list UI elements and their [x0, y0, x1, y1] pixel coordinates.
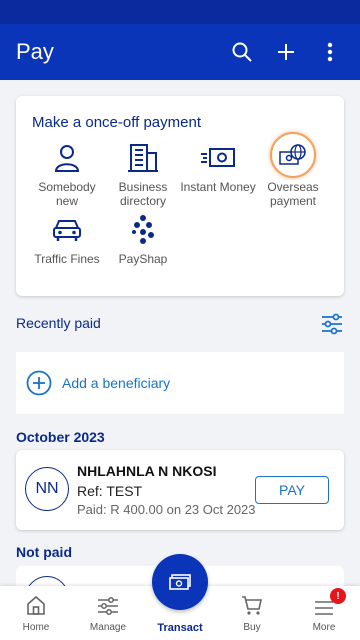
plus-circle-icon [26, 370, 52, 396]
add-icon[interactable] [264, 30, 308, 74]
status-bar [0, 0, 360, 24]
option-label: Somebody new [38, 180, 96, 208]
car-icon [29, 212, 105, 248]
page-title: Pay [16, 39, 54, 64]
nav-label: Buy [243, 622, 261, 633]
nav-manage[interactable]: Manage [72, 586, 144, 640]
recently-paid-heading: Recently paid [16, 315, 101, 331]
option-label: PayShap [118, 252, 168, 266]
option-somebody-new[interactable]: Somebody new [29, 140, 105, 208]
add-beneficiary-label: Add a beneficiary [62, 375, 171, 391]
option-label: Overseas payment [267, 180, 319, 208]
option-traffic-fines[interactable]: Traffic Fines [29, 212, 105, 266]
search-icon[interactable] [220, 30, 264, 74]
building-icon [105, 140, 181, 176]
not-paid-heading: Not paid [16, 544, 72, 560]
overflow-menu-icon[interactable] [308, 30, 352, 74]
option-instant-money[interactable]: Instant Money [180, 140, 256, 194]
person-icon [29, 140, 105, 176]
beneficiary-card[interactable]: NN NHLAHNLA N NKOSI Ref: TEST Paid: R 40… [16, 450, 344, 530]
october-2023-heading: October 2023 [16, 429, 105, 445]
option-label: Business directory [118, 180, 168, 208]
nav-label: Transact [157, 622, 203, 634]
payshap-icon [105, 212, 181, 248]
cash-icon [169, 574, 191, 590]
app-bar: Pay [0, 24, 360, 80]
nav-buy[interactable]: Buy [216, 586, 288, 640]
menu-icon [288, 586, 360, 616]
option-label: Traffic Fines [34, 252, 100, 266]
nav-more[interactable]: ! More [288, 586, 360, 640]
once-off-payment-title: Make a once-off payment [32, 114, 201, 131]
nav-home[interactable]: Home [0, 586, 72, 640]
home-icon [0, 586, 72, 616]
money-icon [180, 140, 256, 176]
transact-button[interactable] [152, 554, 208, 610]
beneficiary-ref: Ref: TEST [77, 483, 143, 499]
option-overseas-payment[interactable]: Overseas payment [255, 132, 331, 208]
beneficiary-last-paid: Paid: R 400.00 on 23 Oct 2023 [77, 502, 256, 517]
nav-label: Manage [89, 622, 127, 633]
option-payshap[interactable]: PayShap [105, 212, 181, 266]
cart-icon [216, 586, 288, 616]
nav-label: Home [22, 622, 50, 633]
beneficiary-name: NHLAHNLA N NKOSI [77, 463, 217, 479]
notification-badge: ! [330, 588, 346, 604]
avatar: NN [25, 467, 69, 511]
option-business-directory[interactable]: Business directory [105, 140, 181, 208]
add-beneficiary-button[interactable]: Add a beneficiary [16, 352, 344, 414]
nav-label: More [312, 622, 336, 633]
once-off-payment-card: Make a once-off payment Somebody new Bus… [16, 96, 344, 296]
pay-button[interactable]: PAY [255, 476, 329, 504]
sliders-icon [72, 586, 144, 616]
option-label: Instant Money [180, 180, 256, 194]
filter-icon[interactable] [320, 312, 344, 336]
globe-money-icon [270, 132, 316, 178]
